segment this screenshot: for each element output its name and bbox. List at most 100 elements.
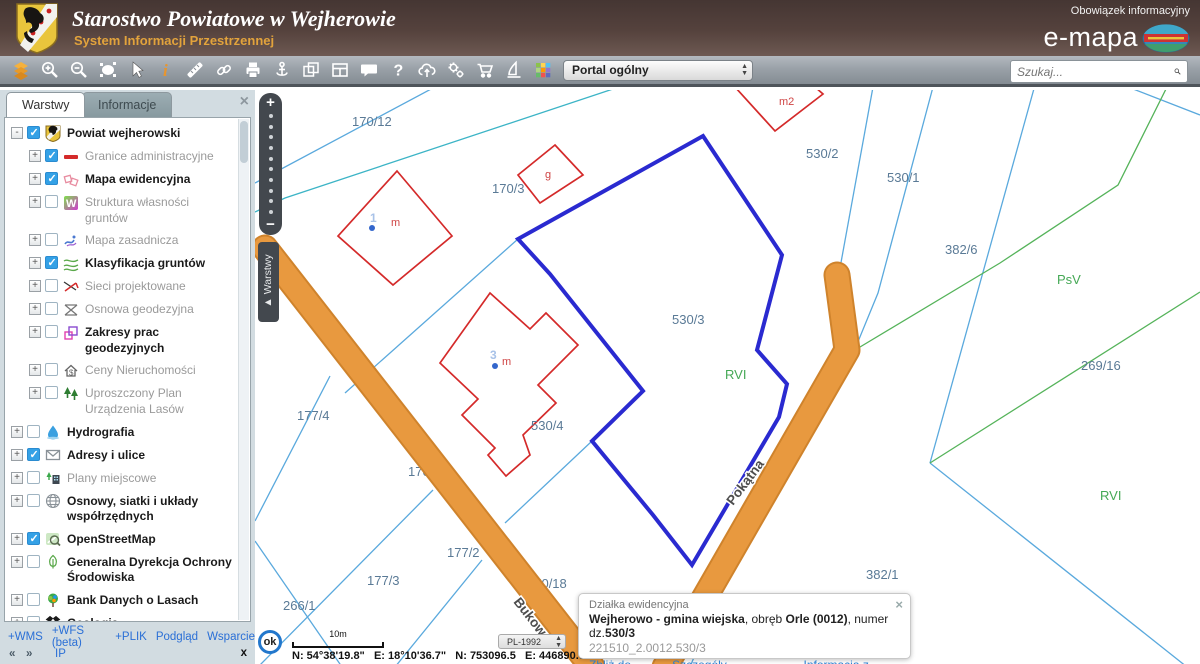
layer-row-openstreetmap[interactable]: + OpenStreetMap — [7, 528, 233, 551]
sail-warning-icon[interactable] — [499, 58, 528, 82]
zoom-level-dot[interactable] — [269, 135, 273, 139]
zoom-to-object-link[interactable]: Zbliż do obiektu — [589, 658, 659, 664]
expand-icon[interactable]: + — [11, 426, 23, 438]
next-button[interactable]: » — [26, 648, 32, 660]
layer-checkbox[interactable] — [45, 325, 58, 338]
zoom-level-dot[interactable] — [269, 167, 273, 171]
layer-row-sieci-projektowane[interactable]: + Sieci projektowane — [7, 275, 233, 298]
layer-row-gdos[interactable]: + Generalna Dyrekcja Ochrony Środowiska — [7, 551, 233, 589]
layer-row-mapa-zasadnicza[interactable]: + Mapa zasadnicza — [7, 229, 233, 252]
tab-warstwy[interactable]: Warstwy — [6, 92, 85, 117]
expand-icon[interactable]: + — [11, 533, 23, 545]
layer-row-geologia[interactable]: + Geologia — [7, 612, 233, 622]
settings-gears-icon[interactable] — [441, 58, 470, 82]
layer-checkbox[interactable] — [27, 126, 40, 139]
layer-checkbox[interactable] — [27, 448, 40, 461]
tree-scrollbar[interactable] — [238, 119, 249, 620]
layer-checkbox[interactable] — [27, 532, 40, 545]
zoom-level-dot[interactable] — [269, 125, 273, 129]
search-icon[interactable] — [1174, 64, 1181, 79]
layer-row-hydrografia[interactable]: + Hydrografia — [7, 421, 233, 444]
expand-icon[interactable]: + — [29, 173, 41, 185]
zoom-out-icon[interactable] — [64, 58, 93, 82]
collapse-sidebar-tab[interactable]: ▲ Warstwy — [258, 242, 279, 322]
layers-icon[interactable] — [6, 58, 35, 82]
layer-checkbox[interactable] — [45, 233, 58, 246]
prev-button[interactable]: « — [9, 648, 15, 660]
tree-scrollbar-thumb[interactable] — [240, 121, 248, 163]
layer-checkbox[interactable] — [45, 256, 58, 269]
expand-icon[interactable]: + — [29, 234, 41, 246]
sidebar-close-icon[interactable]: × — [240, 94, 249, 110]
zoom-level-dot[interactable] — [269, 178, 273, 182]
expand-icon[interactable]: + — [29, 326, 41, 338]
layer-checkbox[interactable] — [45, 363, 58, 376]
layer-checkbox[interactable] — [27, 555, 40, 568]
zoom-level-dot[interactable] — [269, 146, 273, 150]
layer-checkbox[interactable] — [27, 471, 40, 484]
ok-button[interactable]: ok — [258, 630, 282, 654]
layer-checkbox[interactable] — [45, 149, 58, 162]
expand-icon[interactable]: + — [29, 257, 41, 269]
layer-checkbox[interactable] — [27, 593, 40, 606]
expand-icon[interactable]: + — [11, 617, 23, 622]
zoom-out-button[interactable]: − — [266, 218, 275, 232]
tab-informacje[interactable]: Informacje — [82, 92, 172, 117]
search-box[interactable] — [1010, 60, 1188, 83]
wfs-link[interactable]: +WFS (beta) — [52, 625, 106, 649]
layer-row-zakresy-prac[interactable]: + Zakresy prac geodezyjnych — [7, 321, 233, 359]
layer-row-struktura-wlasnosci[interactable]: + W Struktura własności gruntów — [7, 191, 233, 229]
zoom-in-button[interactable]: + — [266, 96, 275, 110]
layer-checkbox[interactable] — [27, 494, 40, 507]
privacy-obligation-link[interactable]: Obowiązek informacyjny — [1071, 5, 1190, 17]
expand-icon[interactable]: + — [11, 556, 23, 568]
bottom-close-button[interactable]: x — [241, 647, 247, 659]
layer-checkbox[interactable] — [27, 616, 40, 622]
expand-icon[interactable]: + — [29, 150, 41, 162]
layer-row-granice[interactable]: + Granice administracyjne — [7, 145, 233, 168]
wsparcie-link[interactable]: Wsparcie — [207, 631, 255, 643]
layer-checkbox[interactable] — [45, 279, 58, 292]
registry-info-link[interactable]: Informacja z ewidencji — [804, 658, 902, 664]
layer-row-klasyfikacja[interactable]: + Klasyfikacja gruntów — [7, 252, 233, 275]
layer-checkbox[interactable] — [45, 195, 58, 208]
zoom-level-dot[interactable] — [269, 199, 273, 203]
layer-row-osnowy-siatki[interactable]: + Osnowy, siatki i układy współrzędnych — [7, 490, 233, 528]
expand-icon[interactable]: + — [29, 387, 41, 399]
expand-icon[interactable]: + — [29, 196, 41, 208]
layer-row-adresy-ulice[interactable]: + Adresy i ulice — [7, 444, 233, 467]
zoom-slider[interactable] — [269, 110, 273, 218]
zoom-in-icon[interactable] — [35, 58, 64, 82]
cloud-upload-icon[interactable] — [412, 58, 441, 82]
info-icon[interactable]: i — [151, 58, 180, 82]
layer-row-mapa-ewidencyjna[interactable]: + Mapa ewidencyjna — [7, 168, 233, 191]
layer-row-ceny-nieruchomosci[interactable]: + $ Ceny Nieruchomości — [7, 359, 233, 382]
crs-select[interactable]: PL-1992 ▲▼ — [498, 634, 566, 649]
layout-panels-icon[interactable] — [325, 58, 354, 82]
print-icon[interactable] — [238, 58, 267, 82]
expand-icon[interactable]: + — [29, 303, 41, 315]
expand-icon[interactable]: + — [11, 495, 23, 507]
layer-checkbox[interactable] — [27, 425, 40, 438]
zoom-level-dot[interactable] — [269, 157, 273, 161]
link-icon[interactable] — [209, 58, 238, 82]
expand-icon[interactable]: + — [29, 280, 41, 292]
wms-link[interactable]: +WMS — [8, 631, 43, 643]
expand-icon[interactable]: + — [11, 449, 23, 461]
layer-row-plany-miejscowe[interactable]: + Plany miejscowe — [7, 467, 233, 490]
measure-icon[interactable] — [180, 58, 209, 82]
layer-checkbox[interactable] — [45, 172, 58, 185]
expand-icon[interactable]: + — [11, 594, 23, 606]
cart-icon[interactable] — [470, 58, 499, 82]
pointer-icon[interactable] — [122, 58, 151, 82]
zoom-level-dot[interactable] — [269, 114, 273, 118]
apps-grid-icon[interactable] — [528, 58, 557, 82]
expand-icon[interactable]: + — [11, 472, 23, 484]
message-bubble-icon[interactable] — [354, 58, 383, 82]
pin-anchor-icon[interactable] — [267, 58, 296, 82]
zoom-level-dot[interactable] — [269, 189, 273, 193]
select-area-icon[interactable] — [93, 58, 122, 82]
layer-row-osnowa-geodezyjna[interactable]: + Osnowa geodezyjna — [7, 298, 233, 321]
layer-checkbox[interactable] — [45, 386, 58, 399]
help-icon[interactable]: ? — [383, 58, 412, 82]
